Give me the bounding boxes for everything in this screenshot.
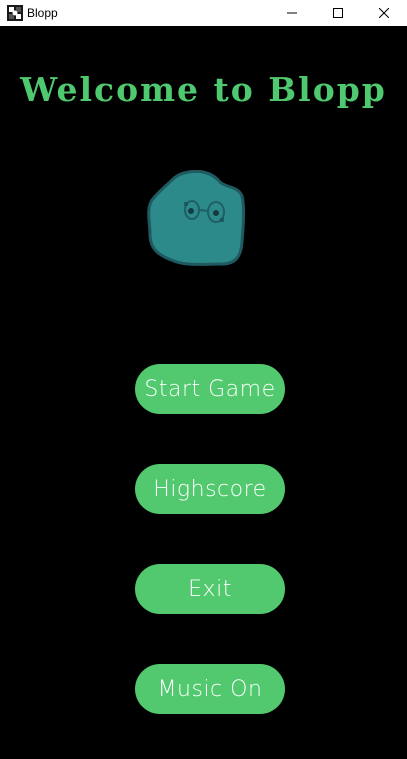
close-icon <box>379 8 389 18</box>
start-game-button[interactable]: Start Game <box>135 364 285 414</box>
close-button[interactable] <box>361 0 407 26</box>
maximize-button[interactable] <box>315 0 361 26</box>
music-toggle-button[interactable]: Music On <box>135 664 285 714</box>
minimize-button[interactable] <box>269 0 315 26</box>
window-title: Blopp <box>27 6 58 20</box>
exit-button[interactable]: Exit <box>135 564 285 614</box>
window-titlebar[interactable]: Blopp <box>0 0 407 26</box>
minimize-icon <box>287 12 297 14</box>
blob-mascot-icon <box>147 170 246 266</box>
maximize-icon <box>333 8 343 18</box>
app-icon <box>7 5 23 21</box>
main-menu-screen: Welcome to Blopp Start Game Highscore Ex… <box>0 26 407 759</box>
highscore-button[interactable]: Highscore <box>135 464 285 514</box>
welcome-heading: Welcome to Blopp <box>20 70 387 109</box>
